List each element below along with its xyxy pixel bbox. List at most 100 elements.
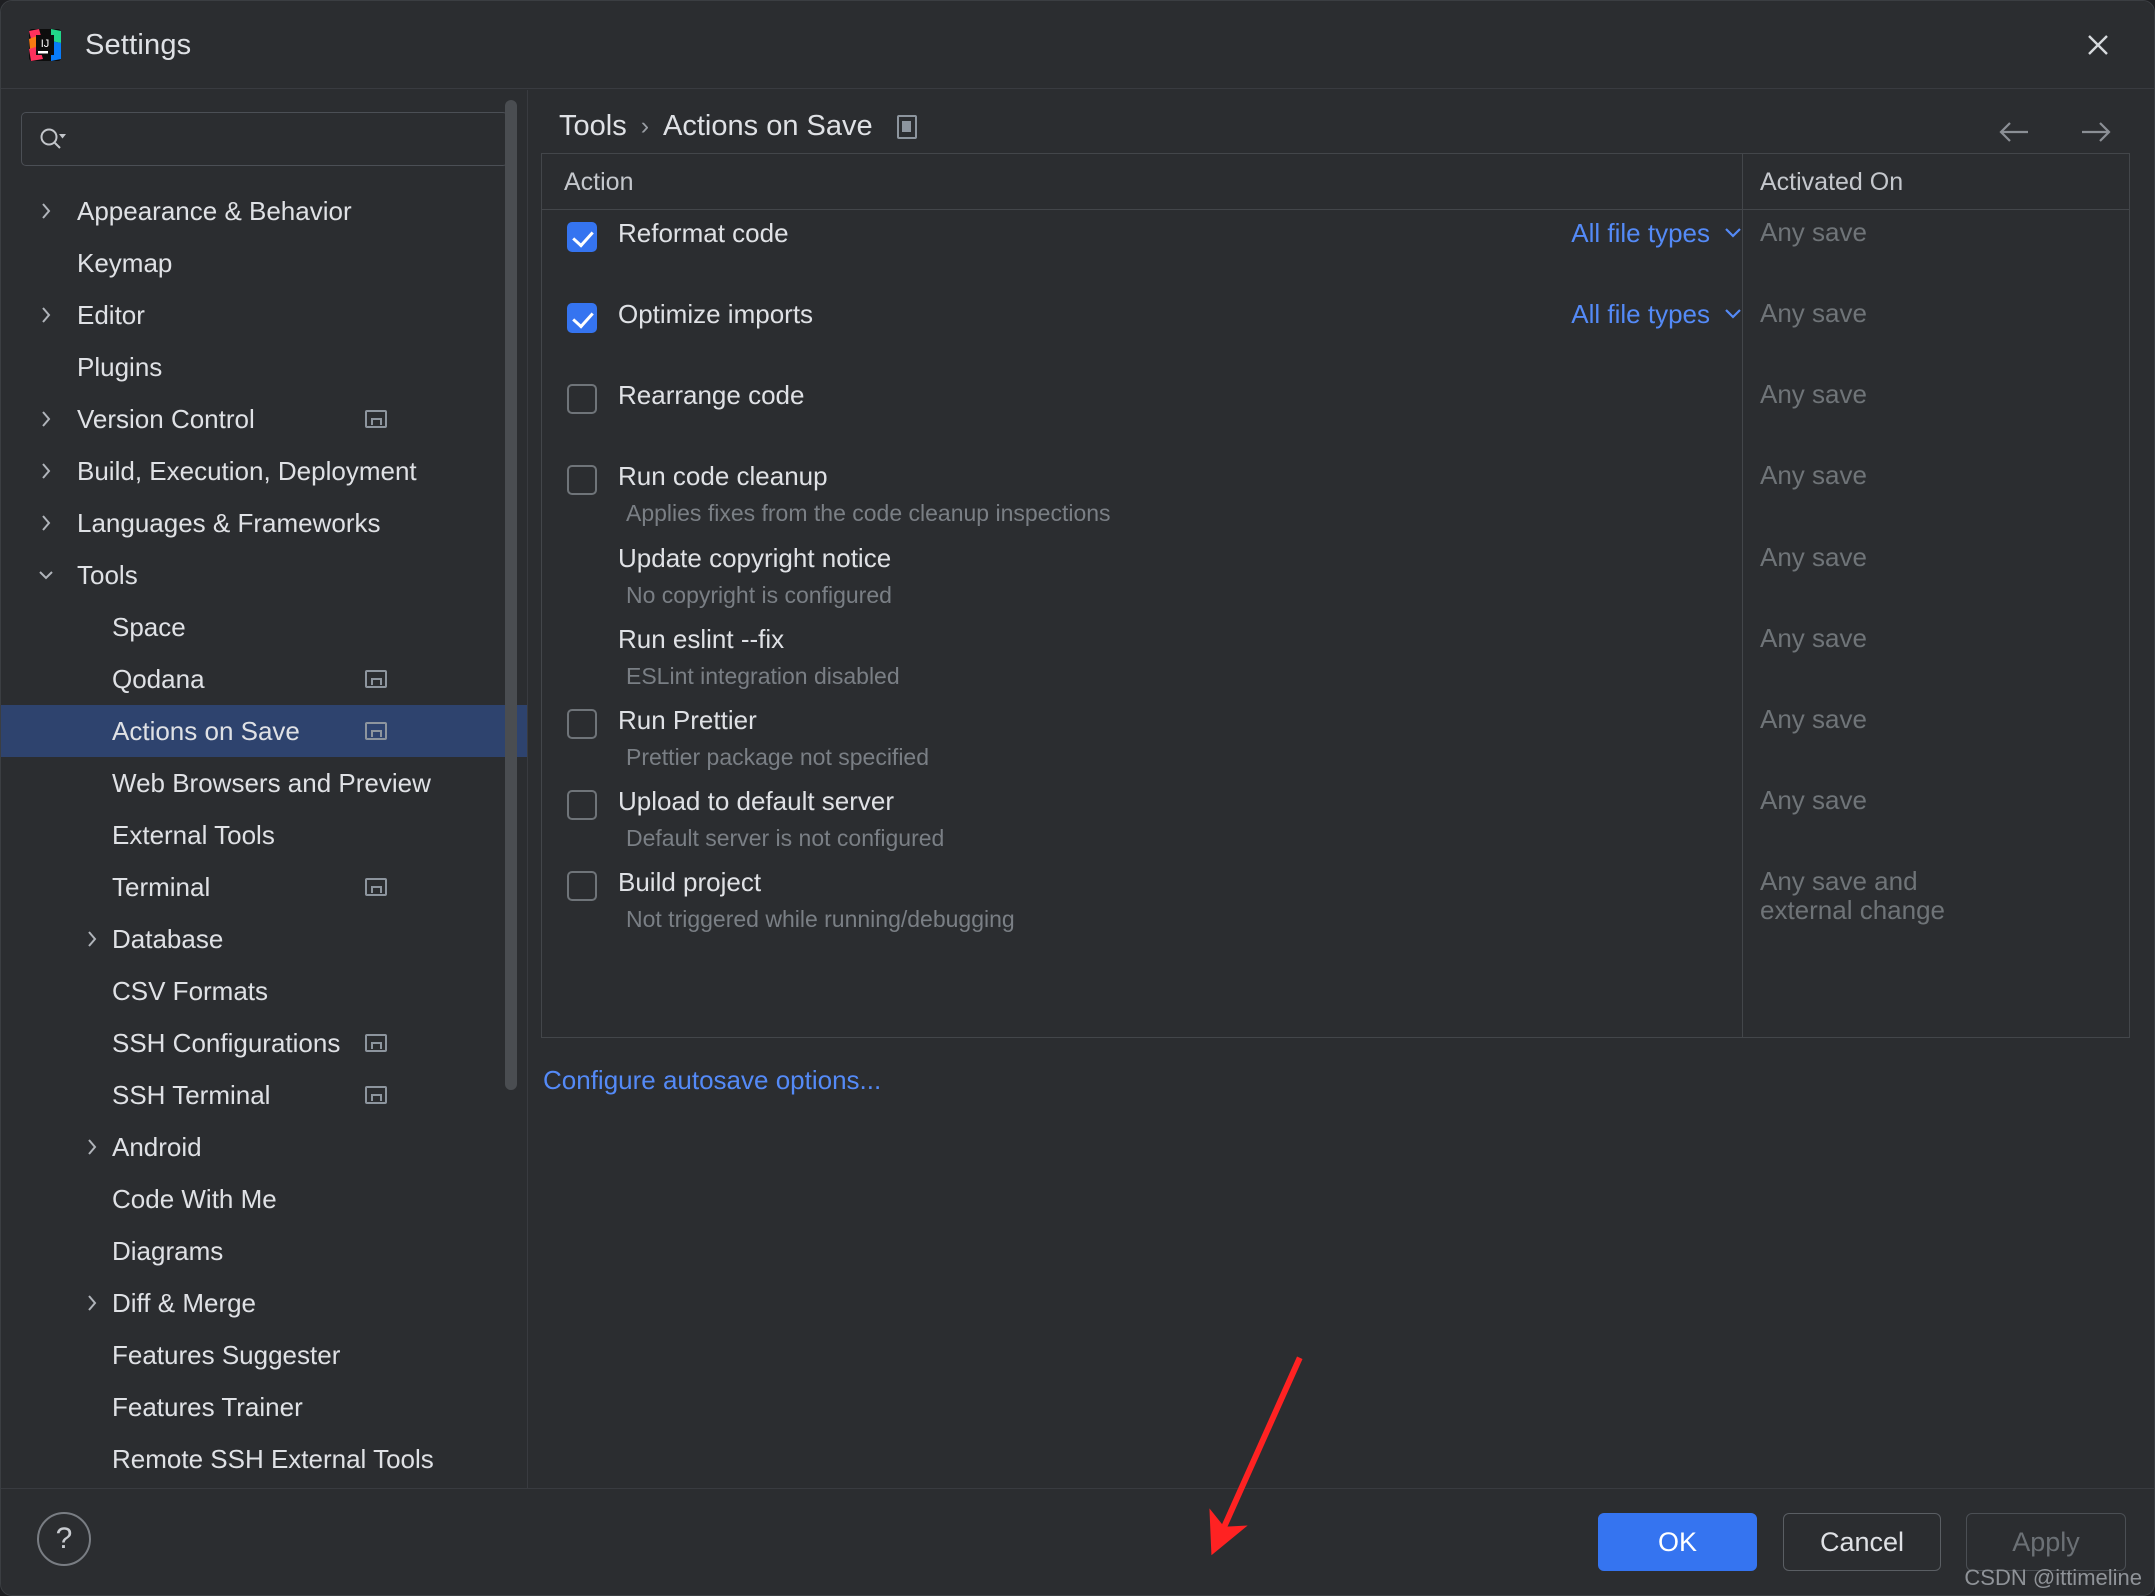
row-checkbox[interactable] bbox=[567, 222, 597, 252]
sidebar-item-diagrams[interactable]: Diagrams bbox=[1, 1225, 527, 1277]
row-checkbox[interactable] bbox=[567, 790, 597, 820]
table-row[interactable]: Optimize imports All file types Any save bbox=[542, 291, 2129, 372]
chevron-right-icon[interactable] bbox=[29, 402, 63, 436]
table-row[interactable]: Update copyright notice No copyright is c… bbox=[542, 535, 2129, 616]
row-title: Optimize imports bbox=[618, 299, 814, 329]
chevron-right-icon[interactable] bbox=[75, 1286, 109, 1320]
sidebar-item-features-suggester[interactable]: Features Suggester bbox=[1, 1329, 527, 1381]
settings-rect-icon bbox=[365, 410, 387, 428]
settings-rect-icon bbox=[365, 1034, 387, 1052]
settings-rect-icon bbox=[896, 114, 917, 139]
cancel-button[interactable]: Cancel bbox=[1783, 1513, 1941, 1571]
column-divider bbox=[1742, 154, 1743, 209]
search-input[interactable] bbox=[68, 125, 491, 153]
arrow-left-icon[interactable] bbox=[1986, 104, 2042, 160]
chevron-right-icon[interactable] bbox=[29, 506, 63, 540]
table-row[interactable]: Run code cleanup Applies fixes from the c… bbox=[542, 453, 2129, 534]
arrow-right-icon[interactable] bbox=[2068, 104, 2124, 160]
sidebar-scrollbar[interactable] bbox=[505, 100, 517, 1090]
row-activated-on: Any save and external change bbox=[1760, 866, 1946, 926]
sidebar-item-label: Tools bbox=[77, 559, 138, 590]
column-header-activated-on[interactable]: Activated On bbox=[1760, 154, 1903, 210]
svg-text:IJ: IJ bbox=[41, 38, 50, 50]
sidebar-item-label: Diagrams bbox=[112, 1235, 224, 1266]
sidebar-item-qodana[interactable]: Qodana bbox=[1, 653, 527, 705]
table-row[interactable]: Rearrange code Any save bbox=[542, 372, 2129, 453]
chevron-down-icon bbox=[1722, 223, 1744, 245]
settings-rect-icon bbox=[365, 670, 387, 688]
sidebar-item-ssh-terminal[interactable]: SSH Terminal bbox=[1, 1069, 527, 1121]
sidebar-item-editor[interactable]: Editor bbox=[1, 289, 527, 341]
sidebar-item-label: SSH Terminal bbox=[112, 1079, 271, 1110]
sidebar-item-web-browsers-and-preview[interactable]: Web Browsers and Preview bbox=[1, 757, 527, 809]
breadcrumb-parent[interactable]: Tools bbox=[559, 110, 627, 143]
close-icon[interactable] bbox=[2066, 1, 2130, 89]
table-row[interactable]: Run eslint --fix ESLint integration disab… bbox=[542, 616, 2129, 697]
table-row[interactable]: Build project Not triggered while running… bbox=[542, 859, 2129, 940]
sidebar-item-external-tools[interactable]: External Tools bbox=[1, 809, 527, 861]
sidebar-item-languages-frameworks[interactable]: Languages & Frameworks bbox=[1, 497, 527, 549]
search-field[interactable] bbox=[21, 112, 508, 166]
chevron-right-icon[interactable] bbox=[29, 454, 63, 488]
sidebar-item-label: Remote SSH External Tools bbox=[112, 1443, 434, 1474]
row-description: Prettier package not specified bbox=[626, 744, 930, 770]
column-header-action[interactable]: Action bbox=[564, 154, 633, 210]
sidebar-item-code-with-me[interactable]: Code With Me bbox=[1, 1173, 527, 1225]
sidebar-item-plugins[interactable]: Plugins bbox=[1, 341, 527, 393]
settings-main-panel: Tools › Actions on Save Action Activated bbox=[529, 90, 2154, 1488]
chevron-down-icon[interactable] bbox=[29, 558, 63, 592]
sidebar-item-diff-merge[interactable]: Diff & Merge bbox=[1, 1277, 527, 1329]
sidebar-item-keymap[interactable]: Keymap bbox=[1, 237, 527, 289]
file-type-scope-dropdown[interactable]: All file types bbox=[1571, 218, 1744, 249]
sidebar-item-version-control[interactable]: Version Control bbox=[1, 393, 527, 445]
row-description: Applies fixes from the code cleanup insp… bbox=[626, 500, 1111, 526]
row-title: Run Prettier bbox=[618, 705, 757, 735]
row-description: Default server is not configured bbox=[626, 825, 945, 851]
question-mark-icon[interactable]: ? bbox=[37, 1512, 91, 1566]
sidebar-item-label: Code With Me bbox=[112, 1183, 277, 1214]
row-activated-on: Any save bbox=[1760, 623, 1867, 653]
sidebar-item-label: Features Trainer bbox=[112, 1391, 303, 1422]
file-type-scope-dropdown[interactable]: All file types bbox=[1571, 299, 1744, 330]
sidebar-item-csv-formats[interactable]: CSV Formats bbox=[1, 965, 527, 1017]
chevron-right-icon[interactable] bbox=[75, 922, 109, 956]
sidebar-item-ssh-configurations[interactable]: SSH Configurations bbox=[1, 1017, 527, 1069]
table-row[interactable]: Run Prettier Prettier package not specifi… bbox=[542, 697, 2129, 778]
sidebar-item-remote-ssh-external-tools[interactable]: Remote SSH External Tools bbox=[1, 1433, 527, 1485]
sidebar-item-tools[interactable]: Tools bbox=[1, 549, 527, 601]
table-row[interactable]: Upload to default server Default server i… bbox=[542, 778, 2129, 859]
scope-label: All file types bbox=[1571, 299, 1710, 329]
row-checkbox[interactable] bbox=[567, 465, 597, 495]
breadcrumb-separator: › bbox=[640, 112, 650, 140]
table-row[interactable]: Reformat code All file types Any save bbox=[542, 210, 2129, 291]
sidebar-item-label: Build, Execution, Deployment bbox=[77, 455, 417, 486]
row-checkbox[interactable] bbox=[567, 303, 597, 333]
title-bar: IJ Settings bbox=[1, 1, 2154, 89]
chevron-right-icon[interactable] bbox=[75, 1130, 109, 1164]
sidebar-item-space[interactable]: Space bbox=[1, 601, 527, 653]
chevron-right-icon[interactable] bbox=[29, 298, 63, 332]
sidebar-item-label: Editor bbox=[77, 299, 145, 330]
row-activated-on: Any save bbox=[1760, 785, 1867, 815]
sidebar-item-terminal[interactable]: Terminal bbox=[1, 861, 527, 913]
row-checkbox[interactable] bbox=[567, 709, 597, 739]
search-icon bbox=[38, 126, 68, 152]
settings-rect-icon bbox=[365, 1086, 387, 1104]
navigation-arrows bbox=[1986, 104, 2124, 160]
configure-autosave-link[interactable]: Configure autosave options... bbox=[543, 1065, 881, 1096]
sidebar-item-appearance-behavior[interactable]: Appearance & Behavior bbox=[1, 185, 527, 237]
chevron-right-icon[interactable] bbox=[29, 194, 63, 228]
sidebar-item-build-execution-deployment[interactable]: Build, Execution, Deployment bbox=[1, 445, 527, 497]
watermark: CSDN @ittimeline bbox=[1964, 1565, 2142, 1590]
ok-button[interactable]: OK bbox=[1598, 1513, 1757, 1571]
sidebar-item-features-trainer[interactable]: Features Trainer bbox=[1, 1381, 527, 1433]
row-title: Update copyright notice bbox=[618, 543, 892, 573]
sidebar-item-label: Space bbox=[112, 611, 186, 642]
row-checkbox[interactable] bbox=[567, 871, 597, 901]
row-title: Run code cleanup bbox=[618, 461, 828, 491]
sidebar-item-actions-on-save[interactable]: Actions on Save bbox=[1, 705, 527, 757]
sidebar-item-label: Features Suggester bbox=[112, 1339, 341, 1370]
sidebar-item-android[interactable]: Android bbox=[1, 1121, 527, 1173]
row-checkbox[interactable] bbox=[567, 384, 597, 414]
sidebar-item-database[interactable]: Database bbox=[1, 913, 527, 965]
